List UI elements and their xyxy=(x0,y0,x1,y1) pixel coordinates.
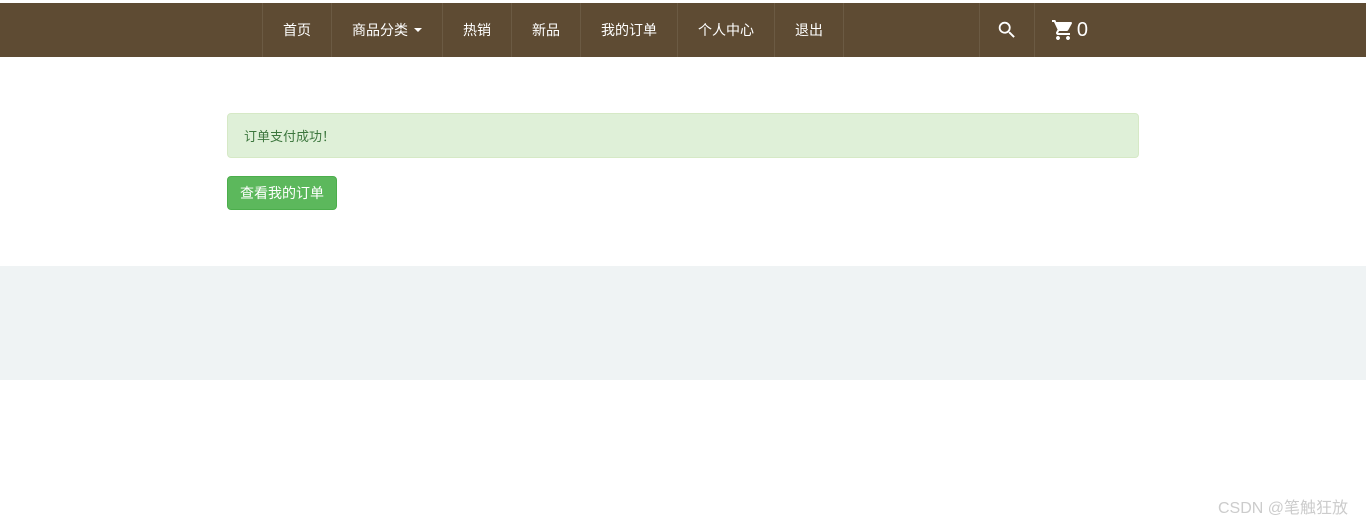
view-orders-label: 查看我的订单 xyxy=(240,185,324,201)
cart-count: 0 xyxy=(1077,19,1088,42)
cart-icon xyxy=(1051,18,1075,42)
nav-right: 0 xyxy=(979,3,1366,57)
watermark: CSDN @笔触狂放 xyxy=(1218,494,1348,518)
navbar: 首页 商品分类 热销 新品 我的订单 个人中心 退出 0 xyxy=(0,3,1366,57)
cart-button[interactable]: 0 xyxy=(1034,3,1104,57)
nav-new[interactable]: 新品 xyxy=(512,3,581,57)
alert-message: 订单支付成功！ xyxy=(244,129,335,144)
nav-logout[interactable]: 退出 xyxy=(775,3,844,57)
nav-category-label: 商品分类 xyxy=(352,20,408,40)
search-icon xyxy=(996,19,1018,41)
nav-home[interactable]: 首页 xyxy=(262,3,332,57)
nav-home-label: 首页 xyxy=(283,20,311,40)
main-container: 订单支付成功！ 查看我的订单 xyxy=(227,57,1139,210)
nav-logout-label: 退出 xyxy=(795,20,823,40)
chevron-down-icon xyxy=(414,28,422,32)
nav-left: 首页 商品分类 热销 新品 我的订单 个人中心 退出 xyxy=(262,3,844,57)
nav-category[interactable]: 商品分类 xyxy=(332,3,443,57)
nav-profile[interactable]: 个人中心 xyxy=(678,3,775,57)
nav-orders[interactable]: 我的订单 xyxy=(581,3,678,57)
nav-hot-label: 热销 xyxy=(463,20,491,40)
nav-orders-label: 我的订单 xyxy=(601,20,657,40)
success-alert: 订单支付成功！ xyxy=(227,113,1139,158)
nav-profile-label: 个人中心 xyxy=(698,20,754,40)
search-button[interactable] xyxy=(979,3,1034,57)
view-orders-button[interactable]: 查看我的订单 xyxy=(227,176,337,210)
nav-hot[interactable]: 热销 xyxy=(443,3,512,57)
footer-band xyxy=(0,266,1366,380)
nav-new-label: 新品 xyxy=(532,20,560,40)
